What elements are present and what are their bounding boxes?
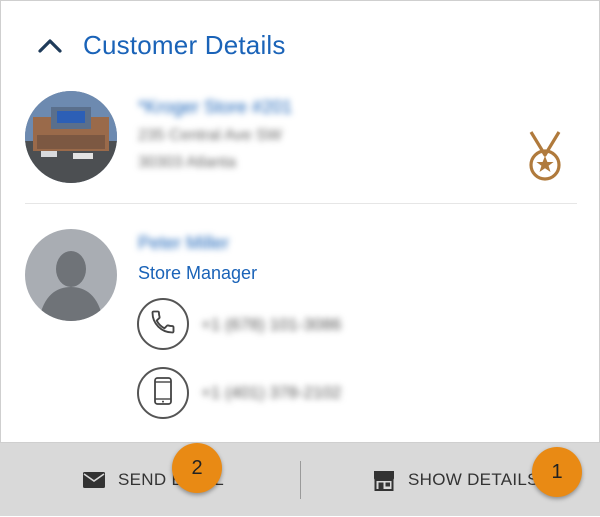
store-address-line1: 235 Central Ave SW	[138, 127, 282, 144]
contact-role: Store Manager	[138, 263, 258, 283]
footer-action-bar: SEND EMAIL SHOW DETAILS	[0, 442, 600, 516]
chevron-up-icon[interactable]	[35, 30, 65, 60]
store-icon	[372, 468, 396, 492]
medal-icon	[525, 129, 565, 183]
contact-name[interactable]: Peter Miller	[138, 233, 229, 254]
step-marker-2: 2	[172, 443, 222, 493]
mobile-phone-icon	[152, 376, 174, 411]
phone-icon	[149, 308, 177, 341]
contact-phone[interactable]: +1 (678) 101-3086	[201, 315, 341, 335]
show-details-button[interactable]: SHOW DETAILS	[372, 443, 539, 517]
store-photo	[25, 91, 117, 183]
mobile-call-button[interactable]	[137, 367, 189, 419]
show-details-label: SHOW DETAILS	[408, 470, 539, 489]
phone-call-button[interactable]	[137, 298, 189, 350]
footer-separator	[300, 461, 301, 499]
customer-details-panel: Customer Details *Kroger Store #201 235 …	[0, 0, 600, 516]
store-address-line2: 30303 Atlanta	[138, 154, 236, 171]
envelope-icon	[82, 471, 106, 489]
section-title: Customer Details	[83, 29, 286, 60]
contact-mobile[interactable]: +1 (401) 378-2102	[201, 383, 341, 403]
section-header[interactable]: Customer Details	[35, 25, 286, 65]
step-marker-1: 1	[532, 447, 582, 497]
section-divider	[25, 203, 577, 204]
store-name[interactable]: *Kroger Store #201	[138, 97, 292, 118]
avatar	[25, 229, 117, 321]
